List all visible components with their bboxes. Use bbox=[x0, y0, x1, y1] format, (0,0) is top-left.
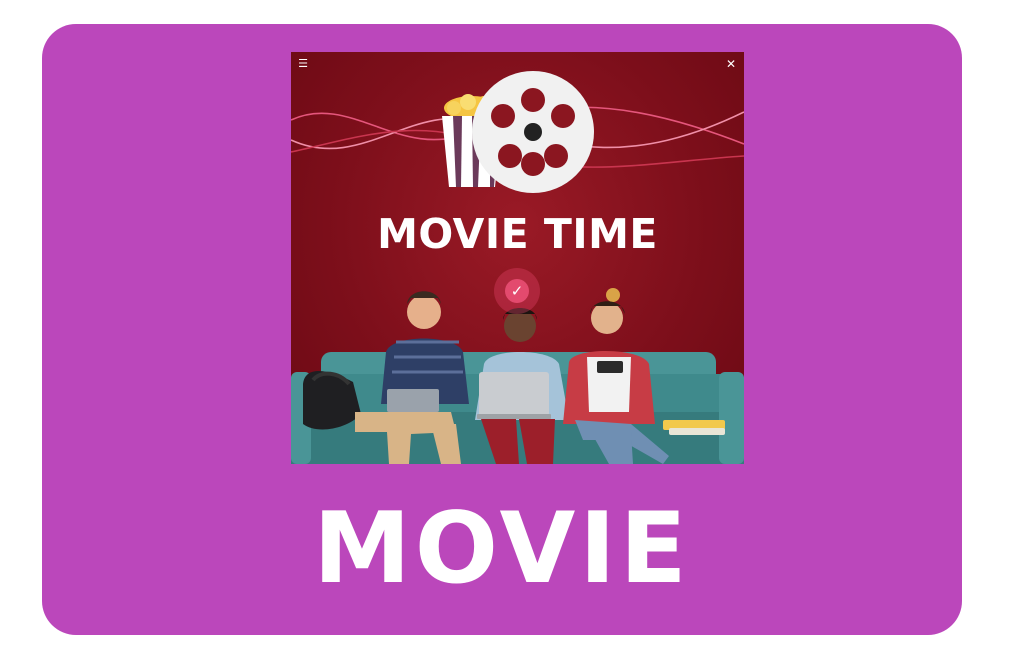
check-badge: ✓ bbox=[494, 268, 540, 314]
menu-icon[interactable]: ☰ bbox=[296, 57, 310, 71]
poster-title: MOVIE TIME bbox=[377, 210, 658, 258]
card-label: MOVIE bbox=[313, 492, 691, 606]
movie-poster-image: ☰ ✕ MOVIE TIME ✓ bbox=[291, 52, 744, 464]
close-icon[interactable]: ✕ bbox=[724, 57, 738, 71]
film-reel-icon bbox=[472, 71, 594, 193]
books-illustration bbox=[663, 420, 725, 435]
poster-illustration bbox=[291, 71, 744, 464]
check-icon: ✓ bbox=[505, 279, 529, 303]
